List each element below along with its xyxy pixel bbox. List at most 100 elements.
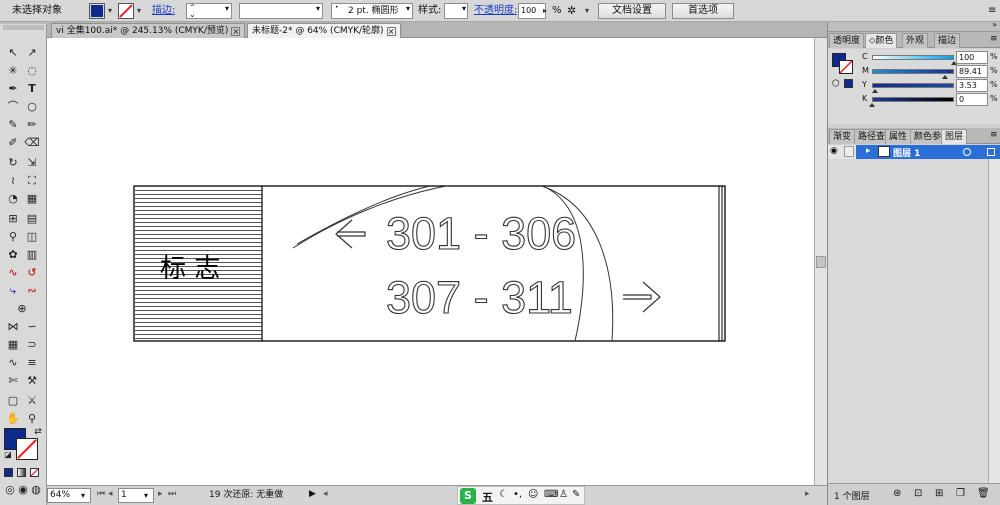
ime-moon-icon[interactable]: ☾ [499,489,508,500]
tab-appearance[interactable]: 外观 [902,33,929,48]
slider-track-y[interactable] [872,83,954,88]
fill-swatch[interactable] [89,3,105,19]
visibility-eye-icon[interactable]: ◉ [830,146,838,156]
layer-target-icon[interactable] [963,148,971,156]
rotate-red-tool-icon[interactable]: ↺ [24,266,40,280]
doc-tab-vi[interactable]: vi 全集100.ai* @ 245.13% (CMYK/预览) × [51,23,246,38]
brush-dropdown-icon[interactable]: ▾ [406,4,410,13]
new-sublayer-icon[interactable]: ⊞ [935,488,943,499]
tab-color[interactable]: ⬦颜色 [865,33,898,48]
path-blue-tool-icon[interactable]: ⤷ [5,284,21,298]
layer-row[interactable]: ◉ ▸ 图层 1 [828,145,1000,159]
control-bar-menu-icon[interactable]: ≡ [988,3,996,19]
lasso-tool-icon[interactable]: ◌ [24,64,40,78]
color-mode-icon[interactable] [4,468,13,477]
slice-tool-icon[interactable]: ✄ [5,374,21,388]
locate-object-icon[interactable]: ⊛ [893,488,901,499]
variable-width-profile-select[interactable]: ▾ [239,3,323,19]
opacity-dropdown-icon[interactable]: ▸ [539,3,551,19]
tab-pathfinder[interactable]: 路径查 [854,129,890,144]
recolor-artwork-icon[interactable]: ✲ [567,3,576,19]
toolbox-grip[interactable] [3,25,44,30]
swap-fill-stroke-icon[interactable]: ⇄ [30,425,46,439]
tab-gradient[interactable]: 渐变 [829,129,856,144]
close-icon[interactable]: × [386,27,396,36]
new-layer-icon[interactable]: ❐ [956,488,965,499]
stroke-swatch[interactable] [118,3,134,19]
blob-red-tool-icon[interactable]: ∿ [5,266,21,280]
hand-tool-icon[interactable]: ✋ [5,412,21,426]
lasso-alt-tool-icon[interactable]: ⊃ [24,338,40,352]
wave-red-tool-icon[interactable]: ∾ [24,284,40,298]
type-tool-icon[interactable]: T [24,82,40,96]
artboard-center-tool-icon[interactable]: ⊕ [14,302,30,316]
slider-thumb-k[interactable] [869,103,875,107]
slider-track-c[interactable] [872,55,954,60]
draw-inside-icon[interactable]: ◍ [28,483,44,497]
stroke-color-swatch[interactable] [16,438,38,460]
zoom-dropdown-icon[interactable]: ▾ [81,488,85,503]
stroke-weight-dropdown-icon[interactable]: ▾ [225,4,229,13]
first-artboard-icon[interactable]: ⏮ [97,489,105,499]
stroke-dropdown-icon[interactable]: ▾ [133,3,145,19]
ime-mode-label[interactable]: 五 [482,489,493,505]
slider-value-k[interactable]: 0 [956,93,988,106]
hscroll-right-icon[interactable]: ▸ [805,489,810,499]
collapse-dock-icon[interactable]: » [992,20,997,29]
eraser-tool-icon[interactable]: ⌫ [24,136,40,150]
magic-wand-tool-icon[interactable]: ✳ [5,64,21,78]
layers-panel-menu-icon[interactable]: ≡ [990,130,998,140]
expand-triangle-icon[interactable]: ▸ [866,146,871,156]
tab-stroke[interactable]: 描边 [934,33,961,48]
lock-toggle[interactable] [844,146,854,157]
profile-dropdown-icon[interactable]: ▾ [316,4,320,13]
eyedropper-tool-icon[interactable]: ⚲ [5,230,21,244]
slider-track-k[interactable] [872,97,954,102]
blend-tool-icon[interactable]: ◫ [24,230,40,244]
preferences-button[interactable]: 首选项 [672,3,734,19]
symbol-sprayer-tool-icon[interactable]: ✿ [5,248,21,262]
slider-track-m[interactable] [872,69,954,74]
rotate-tool-icon[interactable]: ↻ [5,156,21,170]
stroke-weight-spinner-icon[interactable]: ⌃ ⌄ [189,4,196,19]
gradient-mode-icon[interactable] [17,468,26,477]
delete-layer-icon[interactable]: 🗑 [977,488,990,499]
graphic-style-select[interactable]: ▾ [444,3,468,19]
prev-artboard-icon[interactable]: ◂ [108,489,113,499]
close-icon[interactable]: × [231,27,241,36]
mesh-tool-icon[interactable]: ⊞ [5,212,21,226]
document-setup-button[interactable]: 文档设置 [598,3,666,19]
paintbrush-tool-icon[interactable]: ✎ [5,118,21,132]
tab-attributes[interactable]: 属性 [885,129,912,144]
ime-user-icon[interactable]: ♙ [559,489,568,500]
ime-emoji-icon[interactable]: ☺ [528,489,538,500]
last-artboard-icon[interactable]: ⏭ [168,489,176,499]
recolor-dropdown-icon[interactable]: ▾ [581,3,593,19]
scallop-tool-icon[interactable]: ∽ [24,320,40,334]
ime-logo-icon[interactable]: S [460,488,476,504]
brush-select[interactable]: • 2 pt. 椭圆形 ▾ [331,3,413,19]
lines-tool-icon[interactable]: ≡ [24,356,40,370]
clipping-mask-icon[interactable]: ⊡ [914,488,922,499]
layer-name[interactable]: 图层 1 [893,146,920,159]
fill-dropdown-icon[interactable]: ▾ [104,3,116,19]
pen-tool-icon[interactable]: ✒ [5,82,21,96]
artboard-number-select[interactable]: 1 [118,488,154,503]
dock-grip[interactable]: » [828,20,1000,32]
zoom-tool-icon[interactable]: ⚲ [24,412,40,426]
warp-tool-icon[interactable]: ≀ [5,174,21,188]
scroll-thumb[interactable] [816,256,826,268]
default-colors-icon[interactable]: ◪ [0,448,16,462]
none-mode-icon[interactable] [30,468,39,477]
stroke-label-link[interactable]: 描边: [152,3,175,19]
stroke-weight-input[interactable]: ⌃ ⌄ ▾ [186,3,232,19]
next-artboard-icon[interactable]: ▸ [158,489,163,499]
style-dropdown-icon[interactable]: ▾ [462,4,466,13]
artboard-dropdown-icon[interactable]: ▾ [144,488,148,503]
grid-tool-icon[interactable]: ▦ [5,338,21,352]
arc-tool-icon[interactable]: ⌒ [5,100,21,114]
selection-tool-icon[interactable]: ↖ [5,46,21,60]
color-panel-menu-icon[interactable]: ≡ [990,34,998,44]
artboard-tool-icon[interactable]: ▢ [5,394,21,408]
slice-select-tool-icon[interactable]: ⚔ [24,394,40,408]
